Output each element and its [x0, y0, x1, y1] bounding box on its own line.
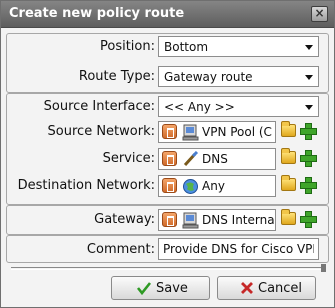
match-criteria-group: Source Interface: << Any >> Source Netwo…	[6, 93, 329, 205]
comment-row: Comment:	[7, 238, 328, 262]
cancel-icon	[241, 282, 253, 294]
close-icon: ×	[314, 6, 325, 20]
service-value: DNS	[202, 152, 228, 166]
cancel-label: Cancel	[258, 281, 303, 296]
gateway-label: Gateway:	[94, 212, 155, 227]
source-interface-label: Source Interface:	[43, 99, 155, 114]
add-icon[interactable]	[299, 210, 317, 228]
service-icon	[183, 151, 199, 167]
cancel-button[interactable]: Cancel	[217, 276, 316, 300]
policy-route-dialog: Create new policy route × Position: Bott…	[0, 0, 335, 308]
gateway-value: DNS Interna	[202, 213, 275, 227]
chevron-down-icon	[305, 75, 313, 80]
close-button[interactable]: ×	[311, 6, 328, 22]
position-select[interactable]: Bottom	[158, 36, 319, 57]
chevron-down-icon	[305, 105, 313, 110]
save-button[interactable]: Save	[111, 276, 210, 300]
route-type-label: Route Type:	[78, 69, 155, 84]
position-value: Bottom	[164, 40, 209, 54]
service-row: Service: DNS	[7, 147, 328, 171]
remove-icon[interactable]	[162, 151, 177, 166]
save-label: Save	[156, 281, 188, 296]
title-bar[interactable]: Create new policy route ×	[1, 1, 334, 28]
chevron-down-icon	[305, 45, 313, 50]
source-network-value: VPN Pool (C	[202, 125, 272, 139]
service-label: Service:	[102, 151, 155, 166]
dialog-title: Create new policy route	[9, 6, 185, 21]
position-label: Position:	[100, 39, 155, 54]
network-object-icon	[182, 124, 199, 141]
route-type-select[interactable]: Gateway route	[158, 66, 319, 87]
folder-icon[interactable]	[281, 121, 296, 137]
gateway-group: Gateway: DNS Interna	[6, 205, 329, 235]
comment-group: Comment:	[6, 235, 329, 263]
add-icon[interactable]	[299, 122, 317, 140]
source-network-field[interactable]: VPN Pool (C	[158, 121, 276, 143]
network-object-icon	[182, 212, 199, 229]
globe-icon	[183, 179, 198, 194]
add-icon[interactable]	[299, 149, 317, 167]
source-network-label: Source Network:	[47, 124, 155, 139]
comment-input[interactable]	[158, 238, 319, 260]
remove-icon[interactable]	[162, 212, 177, 227]
remove-icon[interactable]	[162, 178, 177, 193]
destination-network-value: Any	[202, 179, 225, 193]
remove-icon[interactable]	[162, 124, 177, 139]
add-icon[interactable]	[299, 176, 317, 194]
source-network-row: Source Network: VPN Pool (C	[7, 120, 328, 144]
source-interface-row: Source Interface: << Any >>	[7, 95, 328, 119]
service-field[interactable]: DNS	[158, 148, 276, 170]
source-interface-select[interactable]: << Any >>	[158, 96, 319, 117]
check-icon	[136, 282, 152, 296]
destination-network-field[interactable]: Any	[158, 175, 276, 197]
resize-handle[interactable]	[11, 264, 326, 272]
folder-icon[interactable]	[281, 148, 296, 164]
route-type-value: Gateway route	[164, 70, 253, 84]
gateway-field[interactable]: DNS Interna	[158, 209, 276, 231]
comment-label: Comment:	[86, 242, 155, 257]
gateway-row: Gateway: DNS Interna	[7, 208, 328, 232]
folder-icon[interactable]	[281, 209, 296, 225]
destination-network-row: Destination Network: Any	[7, 174, 328, 198]
route-type-row: Route Type: Gateway route	[7, 65, 328, 89]
source-interface-value: << Any >>	[164, 100, 235, 114]
folder-icon[interactable]	[281, 175, 296, 191]
destination-network-label: Destination Network:	[17, 178, 155, 193]
position-row: Position: Bottom	[7, 35, 328, 59]
routing-group: Position: Bottom Route Type: Gateway rou…	[6, 33, 329, 93]
